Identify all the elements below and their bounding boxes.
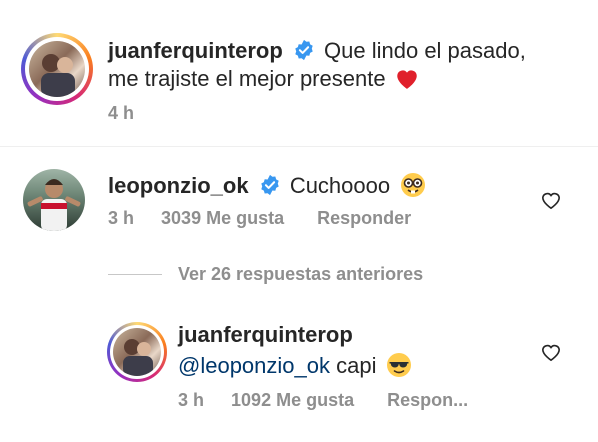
reply-text: capi <box>336 353 377 378</box>
comment-likes[interactable]: 3039 Me gusta <box>161 208 284 228</box>
reply-mention-link[interactable]: @leoponzio_ok <box>178 353 330 378</box>
comment-like-heart-icon[interactable] <box>540 190 562 210</box>
caption-text-line2: me trajiste el mejor presente <box>108 66 386 91</box>
reply-like-heart-icon[interactable] <box>540 342 562 362</box>
caption-text-line1: Que lindo el pasado, <box>324 38 526 63</box>
comment-reply-button[interactable]: Responder <box>317 208 411 228</box>
caption-username[interactable]: juanferquinterop <box>108 38 283 63</box>
reply-time: 3 h <box>178 390 205 410</box>
verified-badge-icon <box>260 175 279 196</box>
reply-line: @leoponzio_ok capi <box>178 352 412 379</box>
avatar-leoponzio_ok[interactable] <box>23 169 85 231</box>
reply-likes[interactable]: 1092 Me gusta <box>231 390 354 410</box>
section-divider <box>0 146 598 147</box>
comment-time: 3 h <box>108 208 135 228</box>
avatar-photo <box>123 339 153 376</box>
caption-line2: me trajiste el mejor presente <box>108 66 420 92</box>
comment-line: leoponzio_ok Cuchoooo <box>108 172 426 200</box>
reply-meta: 3 h 1092 Me gusta Respon... <box>178 390 468 411</box>
comment-username[interactable]: leoponzio_ok <box>108 173 249 198</box>
verified-badge-icon <box>295 40 313 61</box>
caption-line1: juanferquinterop Que lindo el pasado, <box>108 38 526 65</box>
sunglasses-face-emoji-icon <box>386 353 411 377</box>
reply-username[interactable]: juanferquinterop <box>178 322 353 348</box>
red-heart-emoji-icon <box>396 70 417 89</box>
replies-divider-line <box>108 274 162 275</box>
avatar-juanferquinterop[interactable] <box>113 328 161 376</box>
avatar-photo <box>41 54 75 97</box>
reply-reply-button[interactable]: Respon... <box>387 390 468 410</box>
avatar-photo <box>27 179 81 231</box>
view-previous-replies-button[interactable]: Ver 26 respuestas anteriores <box>178 264 423 285</box>
caption-time: 4 h <box>108 103 135 123</box>
comment-meta: 3 h 3039 Me gusta Responder <box>108 208 411 229</box>
comment-text: Cuchoooo <box>289 173 391 198</box>
nerd-face-emoji-icon <box>401 173 426 197</box>
avatar-juanferquinterop[interactable] <box>29 41 85 97</box>
